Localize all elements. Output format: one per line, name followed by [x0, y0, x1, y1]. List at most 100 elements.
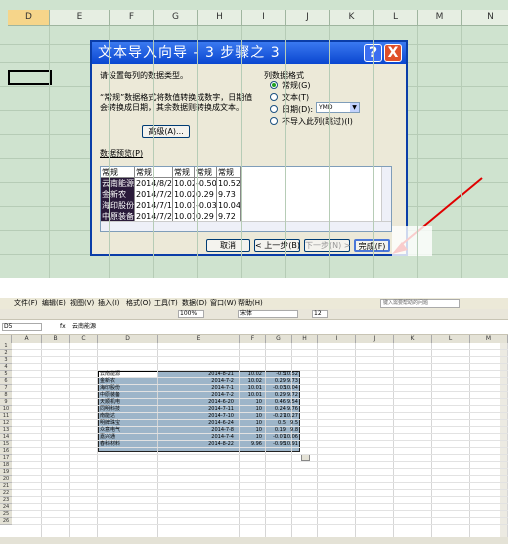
- data-cell-name[interactable]: 春科材料: [100, 441, 120, 448]
- row-header-22[interactable]: 22: [0, 490, 12, 497]
- column-header-l[interactable]: L: [432, 335, 470, 343]
- row-header-1[interactable]: 1: [0, 343, 12, 350]
- row-header-9[interactable]: 9: [0, 399, 12, 406]
- menu-item[interactable]: 数据(D): [182, 298, 207, 309]
- column-header-c[interactable]: C: [70, 335, 98, 343]
- row-header-15[interactable]: 15: [0, 441, 12, 448]
- font-name-select[interactable]: 宋体: [238, 310, 298, 318]
- data-cell-prev[interactable]: 10.91: [276, 441, 298, 448]
- data-cell-name[interactable]: 云南能源: [100, 371, 120, 378]
- menu-item[interactable]: 窗口(W): [210, 298, 236, 309]
- row-header-17[interactable]: 17: [0, 455, 12, 462]
- data-cell-prev[interactable]: 10.52: [276, 371, 298, 378]
- data-cell-name[interactable]: 同明科技: [100, 406, 120, 413]
- column-header-n[interactable]: N: [462, 10, 508, 26]
- data-cell-prev[interactable]: 9.5: [276, 420, 298, 427]
- column-header-m[interactable]: M: [470, 335, 508, 343]
- advanced-button[interactable]: 高级(A)...: [142, 125, 190, 138]
- format-radio-0[interactable]: [270, 81, 278, 89]
- data-cell-value[interactable]: 10.01: [240, 392, 262, 399]
- column-header-e[interactable]: E: [50, 10, 110, 26]
- column-header-j[interactable]: J: [286, 10, 330, 26]
- row-header-6[interactable]: 6: [0, 378, 12, 385]
- font-size-select[interactable]: 12: [312, 310, 328, 318]
- data-cell-value[interactable]: 10: [240, 413, 262, 420]
- data-cell-name[interactable]: 金新农: [100, 378, 115, 385]
- column-header-f[interactable]: F: [240, 335, 266, 343]
- menu-item[interactable]: 视图(V): [70, 298, 94, 309]
- column-header-g[interactable]: G: [154, 10, 198, 26]
- column-header-g[interactable]: G: [266, 335, 292, 343]
- column-header-h[interactable]: H: [292, 335, 318, 343]
- column-header-h[interactable]: H: [198, 10, 242, 26]
- data-cell-value[interactable]: 10.02: [240, 371, 262, 378]
- data-cell-date[interactable]: 2014-7-2: [158, 392, 234, 399]
- row-header-3[interactable]: 3: [0, 357, 12, 364]
- selected-cell[interactable]: [8, 70, 52, 85]
- row-header-19[interactable]: 19: [0, 469, 12, 476]
- column-header-d[interactable]: D: [98, 335, 158, 343]
- row-header-18[interactable]: 18: [0, 462, 12, 469]
- column-header-a[interactable]: A: [12, 335, 42, 343]
- menu-item[interactable]: 插入(I): [98, 298, 120, 309]
- data-cell-value[interactable]: 10.02: [240, 378, 262, 385]
- column-header-i[interactable]: I: [318, 335, 356, 343]
- column-header-j[interactable]: J: [356, 335, 394, 343]
- row-header-23[interactable]: 23: [0, 497, 12, 504]
- column-header-i[interactable]: I: [242, 10, 286, 26]
- formula-input[interactable]: 云南能源: [72, 322, 96, 332]
- column-header-l[interactable]: L: [374, 10, 418, 26]
- back-button[interactable]: < 上一步(B): [254, 239, 300, 252]
- data-preview[interactable]: 常规 常规 常规 常规 常规 云南能源 2014/8/21 10.02 -0.50 10.52 金新…: [100, 166, 392, 232]
- data-cell-name[interactable]: 明牌珠宝: [100, 420, 120, 427]
- data-cell-value[interactable]: 10: [240, 420, 262, 427]
- data-cell-date[interactable]: 2014-7-2: [158, 378, 234, 385]
- preview-hscroll[interactable]: [101, 221, 391, 231]
- data-cell-date[interactable]: 2014-8-21: [158, 371, 234, 378]
- row-header-20[interactable]: 20: [0, 476, 12, 483]
- row-header-21[interactable]: 21: [0, 483, 12, 490]
- data-cell-prev[interactable]: 10.27: [276, 413, 298, 420]
- format-radio-1[interactable]: [270, 93, 278, 101]
- row-header-2[interactable]: 2: [0, 350, 12, 357]
- data-cell-date[interactable]: 2014-8-22: [158, 441, 234, 448]
- corner-cell[interactable]: [0, 335, 12, 343]
- column-header-d[interactable]: D: [8, 10, 50, 26]
- data-cell-date[interactable]: 2014-7-10: [158, 413, 234, 420]
- row-header-7[interactable]: 7: [0, 385, 12, 392]
- row-header-16[interactable]: 16: [0, 448, 12, 455]
- row-header-5[interactable]: 5: [0, 371, 12, 378]
- column-header-k[interactable]: K: [394, 335, 432, 343]
- data-cell-prev[interactable]: 9.8: [276, 427, 298, 434]
- close-button[interactable]: X: [384, 44, 402, 62]
- menu-item[interactable]: 帮助(H): [238, 298, 263, 309]
- data-cell-name[interactable]: 海印股份: [100, 385, 120, 392]
- next-button[interactable]: 下一步(N) >: [304, 239, 350, 252]
- row-header-11[interactable]: 11: [0, 413, 12, 420]
- data-cell-name[interactable]: 嘉兴通: [100, 434, 115, 441]
- data-cell-name[interactable]: 中原装备: [100, 392, 120, 399]
- data-cell-value[interactable]: 10: [240, 399, 262, 406]
- row-header-14[interactable]: 14: [0, 434, 12, 441]
- column-header-f[interactable]: F: [110, 10, 154, 26]
- row-header-26[interactable]: 26: [0, 518, 12, 525]
- row-header-13[interactable]: 13: [0, 427, 12, 434]
- column-header-b[interactable]: B: [42, 335, 70, 343]
- data-cell-prev[interactable]: 10.04: [276, 385, 298, 392]
- row-header-4[interactable]: 4: [0, 364, 12, 371]
- data-cell-date[interactable]: 2014-6-20: [158, 399, 234, 406]
- row-header-10[interactable]: 10: [0, 406, 12, 413]
- data-cell-prev[interactable]: 9.76: [276, 406, 298, 413]
- data-cell-date[interactable]: 2014-7-8: [158, 427, 234, 434]
- date-format-select[interactable]: YMD ▼: [316, 102, 360, 113]
- help-search-input[interactable]: 键入需要帮助的问题: [380, 299, 460, 308]
- data-cell-prev[interactable]: 9.72: [276, 392, 298, 399]
- format-radio-3[interactable]: [270, 117, 278, 125]
- row-header-24[interactable]: 24: [0, 504, 12, 511]
- data-cell-name[interactable]: 天顺机电: [100, 399, 120, 406]
- cancel-button[interactable]: 取消: [206, 239, 250, 252]
- row-header-25[interactable]: 25: [0, 511, 12, 518]
- menu-item[interactable]: 编辑(E): [42, 298, 66, 309]
- paste-options-icon[interactable]: [301, 454, 310, 461]
- column-header-k[interactable]: K: [330, 10, 374, 26]
